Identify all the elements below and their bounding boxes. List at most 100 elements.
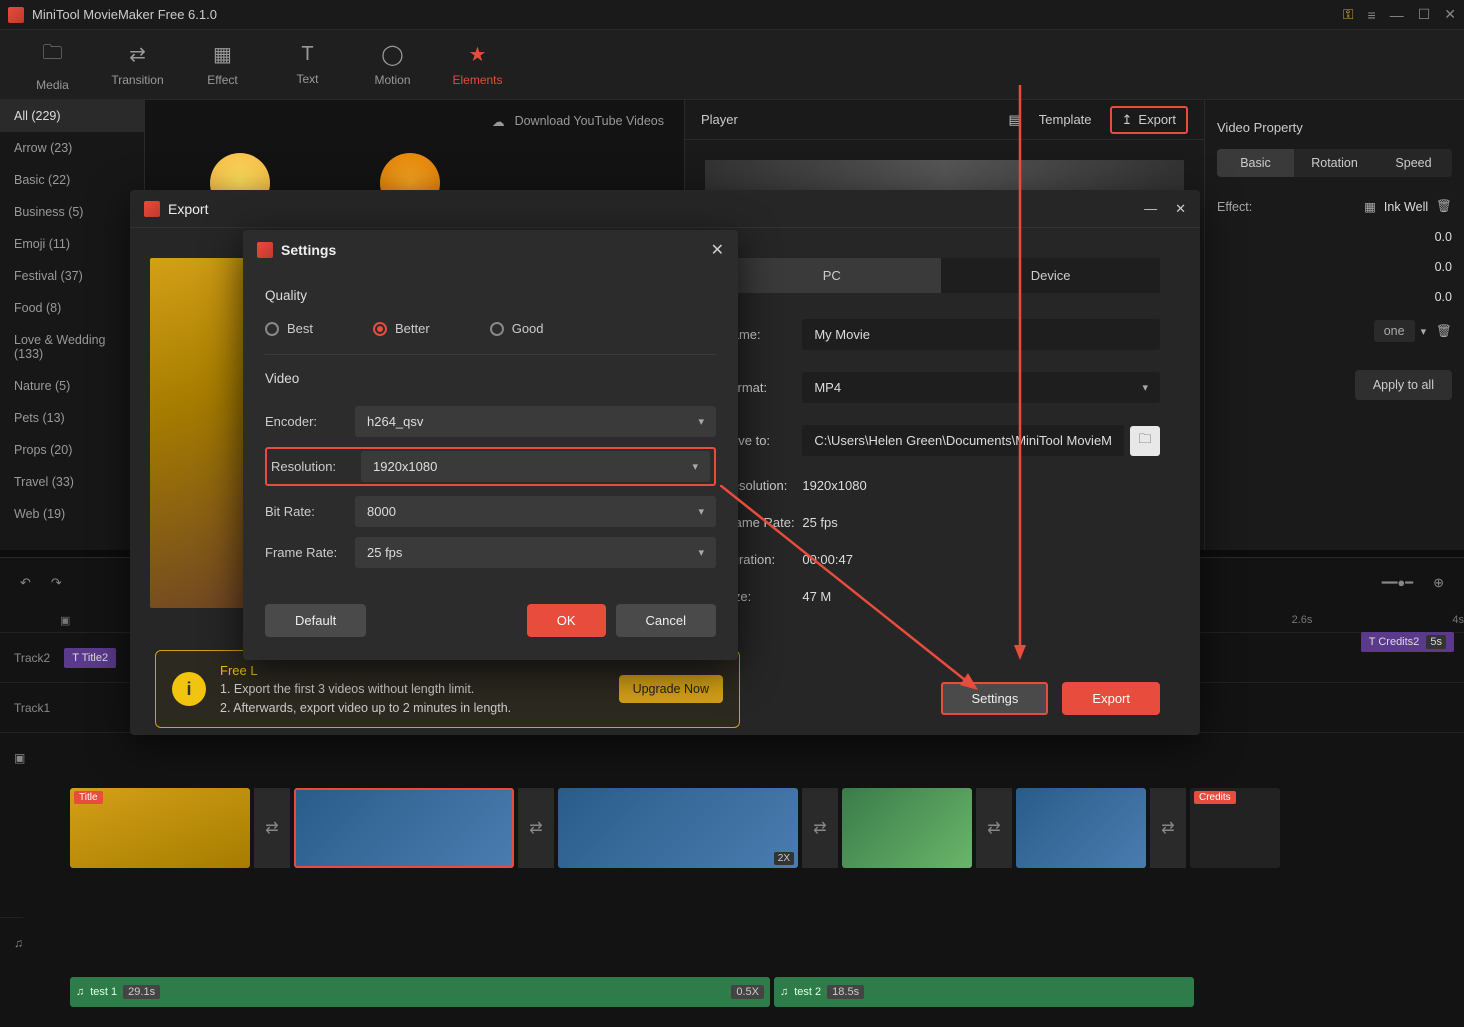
sidebar-item-emoji[interactable]: Emoji (11) <box>0 228 144 260</box>
download-youtube-link[interactable]: Download YouTube Videos <box>515 114 664 129</box>
chevron-down-icon: ▾ <box>698 415 704 428</box>
video-section-label: Video <box>265 361 716 396</box>
chevron-down-icon[interactable]: ▾ <box>1421 325 1427 338</box>
sidebar-item-love[interactable]: Love & Wedding (133) <box>0 324 144 370</box>
cancel-button[interactable]: Cancel <box>616 604 716 637</box>
transition-icon: ⇄ <box>129 42 146 67</box>
video-clip[interactable]: 2X <box>558 788 798 868</box>
tool-motion[interactable]: ◯Motion <box>350 30 435 99</box>
transition-icon[interactable]: ⇄ <box>518 788 554 868</box>
transition-icon[interactable]: ⇄ <box>976 788 1012 868</box>
quality-good-radio[interactable]: Good <box>490 321 544 336</box>
main-toolbar: 🗀Media ⇄Transition ▦Effect TText ◯Motion… <box>0 30 1464 100</box>
export-confirm-button[interactable]: Export <box>1062 682 1160 715</box>
tool-effect[interactable]: ▦Effect <box>180 30 265 99</box>
quality-better-radio[interactable]: Better <box>373 321 430 336</box>
settings-button[interactable]: Settings <box>941 682 1048 715</box>
combine-mode: one <box>1374 320 1415 342</box>
delete-effect-icon[interactable]: 🗑 <box>1436 199 1452 214</box>
format-select[interactable]: MP4▾ <box>802 372 1160 403</box>
default-button[interactable]: Default <box>265 604 366 637</box>
sidebar-item-arrow[interactable]: Arrow (23) <box>0 132 144 164</box>
saveto-input[interactable]: C:\Users\Helen Green\Documents\MiniTool … <box>802 425 1124 456</box>
motion-icon: ◯ <box>381 42 403 67</box>
tab-basic[interactable]: Basic <box>1217 149 1294 177</box>
browse-folder-button[interactable]: 🗀 <box>1130 426 1160 456</box>
duration-value: 00:00:47 <box>802 552 853 567</box>
sidebar-item-props[interactable]: Props (20) <box>0 434 144 466</box>
license-key-icon[interactable]: ⚿ <box>1343 6 1354 23</box>
bitrate-select[interactable]: 8000▾ <box>355 496 716 527</box>
transition-icon[interactable]: ⇄ <box>802 788 838 868</box>
prop-value: 0.0 <box>1435 290 1452 304</box>
credits-clip[interactable]: Credits <box>1190 788 1280 868</box>
sidebar-item-festival[interactable]: Festival (37) <box>0 260 144 292</box>
export-tab-pc[interactable]: PC <box>722 258 941 293</box>
template-button[interactable]: Template <box>1039 112 1092 127</box>
minimize-icon[interactable]: — <box>1144 201 1157 217</box>
credits-title-clip[interactable]: T Credits2 5s <box>1361 632 1454 652</box>
sidebar-item-web[interactable]: Web (19) <box>0 498 144 530</box>
sidebar-item-travel[interactable]: Travel (33) <box>0 466 144 498</box>
close-icon[interactable]: ✕ <box>1175 201 1186 217</box>
encoder-select[interactable]: h264_qsv▾ <box>355 406 716 437</box>
audio-clip[interactable]: ♫ test 1 29.1s0.5X <box>70 977 770 1007</box>
effect-picker-icon[interactable]: ▦ <box>1364 199 1376 214</box>
prop-value: 0.0 <box>1435 260 1452 274</box>
upgrade-now-button[interactable]: Upgrade Now <box>619 675 723 703</box>
bitrate-label: Bit Rate: <box>265 504 355 519</box>
title-clip[interactable]: T Title2 <box>64 648 116 668</box>
upgrade-line: 1. Export the first 3 videos without len… <box>220 680 605 699</box>
marker-icon[interactable]: ▣ <box>60 614 70 627</box>
video-property-panel: Video Property Basic Rotation Speed Effe… <box>1204 100 1464 550</box>
undo-icon[interactable]: ↶ <box>20 575 31 591</box>
minimize-icon[interactable]: — <box>1390 7 1404 23</box>
video-clip[interactable] <box>842 788 972 868</box>
app-icon <box>144 201 160 217</box>
time-mark: 4s <box>1452 614 1464 626</box>
tool-media[interactable]: 🗀Media <box>10 30 95 99</box>
tool-transition[interactable]: ⇄Transition <box>95 30 180 99</box>
video-clip[interactable]: Title <box>70 788 250 868</box>
tool-elements[interactable]: ★Elements <box>435 30 520 99</box>
redo-icon[interactable]: ↷ <box>51 575 62 591</box>
resolution-value: 1920x1080 <box>802 478 866 493</box>
tab-speed[interactable]: Speed <box>1375 149 1452 177</box>
sidebar-item-nature[interactable]: Nature (5) <box>0 370 144 402</box>
export-button-top[interactable]: ↥ Export <box>1110 106 1188 134</box>
framerate-select[interactable]: 25 fps▾ <box>355 537 716 568</box>
video-clip[interactable] <box>1016 788 1146 868</box>
app-icon <box>8 7 24 23</box>
tab-rotation[interactable]: Rotation <box>1296 149 1373 177</box>
maximize-icon[interactable]: ☐ <box>1418 6 1431 23</box>
transition-icon[interactable]: ⇄ <box>254 788 290 868</box>
ok-button[interactable]: OK <box>527 604 606 637</box>
audio-clip[interactable]: ♫ test 2 18.5s <box>774 977 1194 1007</box>
video-clip-selected[interactable] <box>294 788 514 868</box>
resolution-select[interactable]: 1920x1080▾ <box>361 451 710 482</box>
tool-text[interactable]: TText <box>265 30 350 99</box>
transition-icon[interactable]: ⇄ <box>1150 788 1186 868</box>
menu-icon[interactable]: ≡ <box>1368 7 1376 23</box>
zoom-in-icon[interactable]: ⊕ <box>1433 575 1444 591</box>
export-tab-device[interactable]: Device <box>941 258 1160 293</box>
sidebar-item-food[interactable]: Food (8) <box>0 292 144 324</box>
sidebar-item-basic[interactable]: Basic (22) <box>0 164 144 196</box>
sidebar-item-pets[interactable]: Pets (13) <box>0 402 144 434</box>
close-icon[interactable]: ✕ <box>1444 6 1456 23</box>
settings-dialog-title: Settings <box>281 242 336 258</box>
close-icon[interactable]: ✕ <box>711 240 724 260</box>
download-icon: ☁ <box>492 114 505 129</box>
titlebar: MiniTool MovieMaker Free 6.1.0 ⚿ ≡ — ☐ ✕ <box>0 0 1464 30</box>
sidebar-item-business[interactable]: Business (5) <box>0 196 144 228</box>
sidebar-item-all[interactable]: All (229) <box>0 100 144 132</box>
delete-icon[interactable]: 🗑 <box>1436 324 1452 339</box>
name-input[interactable]: My Movie <box>802 319 1160 350</box>
zoom-slider[interactable]: ━━●━ <box>1382 575 1413 591</box>
settings-dialog: Settings ✕ Quality Best Better Good Vide… <box>243 230 738 660</box>
encoder-label: Encoder: <box>265 414 355 429</box>
star-icon: ★ <box>469 42 487 67</box>
chevron-down-icon: ▾ <box>698 505 704 518</box>
quality-best-radio[interactable]: Best <box>265 321 313 336</box>
apply-to-all-button[interactable]: Apply to all <box>1355 370 1452 400</box>
